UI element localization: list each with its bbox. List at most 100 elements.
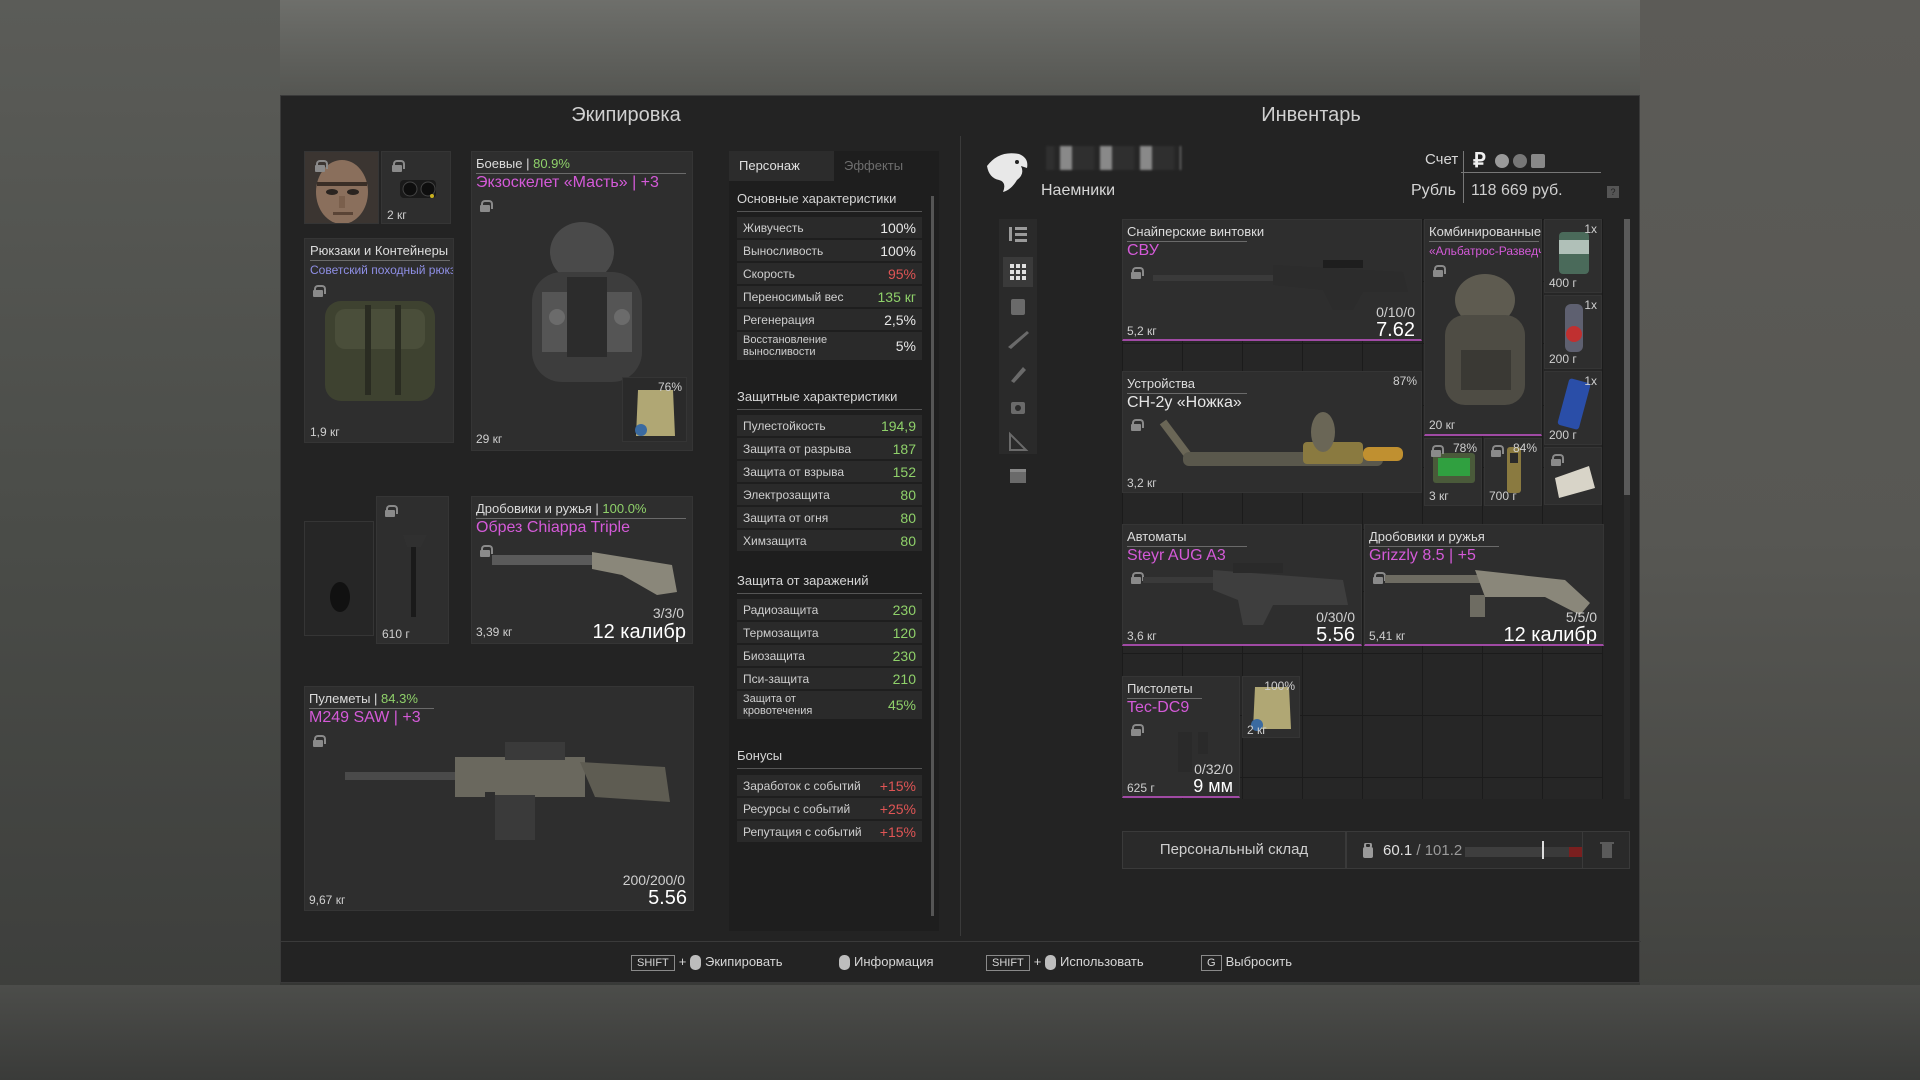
backpack-slot[interactable]: Рюкзаки и Контейнеры Советский походный … xyxy=(304,238,454,443)
inventory-item-detector-2[interactable]: 84% 700 г xyxy=(1484,438,1542,506)
ammo-count: 0/30/0 xyxy=(1316,609,1355,625)
equipment-title: Экипировка xyxy=(571,104,681,126)
inventory-item-energy-drink[interactable]: 1x 200 г xyxy=(1544,371,1602,445)
filter-sort-icon[interactable] xyxy=(1003,219,1033,249)
stat-row: Химзащита 80 xyxy=(737,530,922,551)
armor-plate-slot[interactable]: 76% xyxy=(622,377,687,442)
item-weight: 3,39 кг xyxy=(476,625,513,639)
metal-detector-icon xyxy=(1159,412,1403,466)
item-weight: 625 г xyxy=(1127,781,1155,795)
inventory-item-armor-plate[interactable]: 100% 2 кг xyxy=(1242,676,1300,738)
stat-row: Репутация с событий +15% xyxy=(737,821,922,842)
night-vision-slot[interactable]: 2 кг xyxy=(381,151,451,224)
shotgun-slot[interactable]: Дробовики и ружья | 100.0% Обрез Chiappa… xyxy=(471,496,693,644)
stat-row: Восстановление выносливости 5% xyxy=(737,332,922,360)
tab-character[interactable]: Персонаж xyxy=(729,151,834,181)
item-weight: 9,67 кг xyxy=(309,893,346,907)
currency-label: Рубль xyxy=(1411,182,1456,199)
inventory-item-pistol[interactable]: Пистолеты Tec-DC9 625 г 0/32/0 9 мм xyxy=(1122,676,1240,798)
inventory-item-medkit[interactable]: 1x 200 г xyxy=(1544,295,1602,369)
caliber: 5.56 xyxy=(1316,624,1355,646)
weight-icon xyxy=(1363,843,1373,858)
stat-row: Электрозащита 80 xyxy=(737,484,922,505)
inventory-item-sniper[interactable]: Снайперские винтовки СВУ 5,2 кг 0/10/0 7… xyxy=(1122,219,1422,341)
header-underline xyxy=(1461,172,1601,173)
armor-slot[interactable]: Боевые | 80.9% Экзоскелет «Масть» | +3 7… xyxy=(471,151,693,451)
trash-button[interactable] xyxy=(1582,831,1630,869)
item-condition: 78% xyxy=(1452,441,1477,455)
mouse-icon xyxy=(839,955,850,971)
voucher-icon[interactable] xyxy=(1531,154,1545,168)
filter-ammo-icon[interactable] xyxy=(1003,359,1033,389)
melee-slot[interactable]: 610 г xyxy=(376,496,449,644)
item-quantity: 1x xyxy=(1584,222,1597,236)
inventory-item-shotgun[interactable]: Дробовики и ружья Grizzly 8.5 | +5 5,41 … xyxy=(1364,524,1604,646)
coin-icon[interactable] xyxy=(1495,154,1509,168)
inventory-item-combined-armor[interactable]: Комбинированные «Альбатрос-Разведчик... … xyxy=(1424,219,1542,436)
lock-icon xyxy=(392,160,405,172)
group-underline xyxy=(737,211,922,212)
inventory-scrollbar[interactable] xyxy=(1624,219,1630,799)
filter-all-grid-icon[interactable] xyxy=(1003,257,1033,287)
item-weight: 5,41 кг xyxy=(1369,629,1406,643)
stat-row: Радиозащита 230 xyxy=(737,599,922,620)
inventory-filter-nav xyxy=(999,219,1037,454)
stat-row: Живучесть 100% xyxy=(737,217,922,238)
player-name-redacted xyxy=(1046,146,1181,170)
stat-row: Пси-защита 210 xyxy=(737,668,922,689)
control-drop[interactable]: G Выбросить xyxy=(1201,954,1292,971)
stat-row: Выносливость 100% xyxy=(737,240,922,261)
grenade-slot[interactable] xyxy=(304,521,374,636)
inventory-item-rifle[interactable]: Автоматы Steyr AUG A3 3,6 кг 0/30/0 5.56 xyxy=(1122,524,1362,646)
weight-track xyxy=(1465,841,1595,859)
group-underline xyxy=(737,409,922,410)
token-icon[interactable] xyxy=(1513,154,1527,168)
lock-icon xyxy=(385,505,398,517)
stats-scrollbar[interactable] xyxy=(931,196,934,916)
inventory-item-detector-1[interactable]: 78% 3 кг xyxy=(1424,438,1482,506)
item-condition: 84% xyxy=(1512,441,1537,455)
weight-marker xyxy=(1542,841,1545,859)
caliber: 9 мм xyxy=(1193,776,1233,796)
inventory-item-bandage[interactable] xyxy=(1544,447,1602,505)
control-info[interactable]: Информация xyxy=(839,954,934,971)
filter-armor-icon[interactable] xyxy=(1003,291,1033,321)
item-quantity: 1x xyxy=(1584,298,1597,312)
inventory-item-device[interactable]: Устройства СН-2у «Ножка» 87% 3,2 кг xyxy=(1122,371,1422,493)
stat-row: Ресурсы с событий +25% xyxy=(737,798,922,819)
filter-container-icon[interactable] xyxy=(1003,461,1033,491)
stats-group-title: Бонусы xyxy=(737,748,783,763)
plate-percent: 76% xyxy=(657,380,682,394)
character-face-slot[interactable] xyxy=(304,151,379,224)
filter-misc-icon[interactable] xyxy=(1003,427,1033,457)
machine-gun-slot[interactable]: Пулеметы | 84.3% M249 SAW | +3 9,67 кг 2… xyxy=(304,686,694,911)
item-weight: 610 г xyxy=(382,627,410,641)
weight-bar: 60.1 / 101.2 xyxy=(1346,831,1602,869)
inventory-item-food[interactable]: 1x 400 г xyxy=(1544,219,1602,293)
key-shift: SHIFT xyxy=(986,955,1030,971)
filter-devices-icon[interactable] xyxy=(1003,393,1033,423)
item-weight: 3,6 кг xyxy=(1127,629,1157,643)
lock-icon xyxy=(315,160,328,172)
stat-row: Биозащита 230 xyxy=(737,645,922,666)
stats-group-title: Защитные характеристики xyxy=(737,389,898,404)
item-weight: 200 г xyxy=(1549,428,1577,442)
ruble-icon[interactable]: ₽ xyxy=(1473,148,1486,173)
item-weight: 1,9 кг xyxy=(310,425,340,439)
inventory-window: Экипировка Инвентарь 2 кг Рюкзаки и Конт… xyxy=(280,95,1641,983)
controls-bar: SHIFT + Экипировать Информация SHIFT + Исп… xyxy=(281,941,1641,983)
personal-stash-button[interactable]: Персональный склад xyxy=(1122,831,1346,869)
help-icon[interactable]: ? xyxy=(1607,186,1619,198)
tab-effects[interactable]: Эффекты xyxy=(834,151,939,181)
key-g: G xyxy=(1201,955,1222,971)
scrollbar-thumb[interactable] xyxy=(1624,219,1630,495)
stat-row: Переносимый вес 135 кг xyxy=(737,286,922,307)
control-use[interactable]: SHIFT + Использовать xyxy=(986,954,1144,971)
ghillie-suit-icon xyxy=(1445,274,1525,405)
control-equip[interactable]: SHIFT + Экипировать xyxy=(631,954,783,971)
key-shift: SHIFT xyxy=(631,955,675,971)
filter-weapons-icon[interactable] xyxy=(1003,325,1033,355)
backpack-icon xyxy=(325,301,435,401)
weight-text: 60.1 / 101.2 xyxy=(1383,842,1462,859)
group-underline xyxy=(737,593,922,594)
